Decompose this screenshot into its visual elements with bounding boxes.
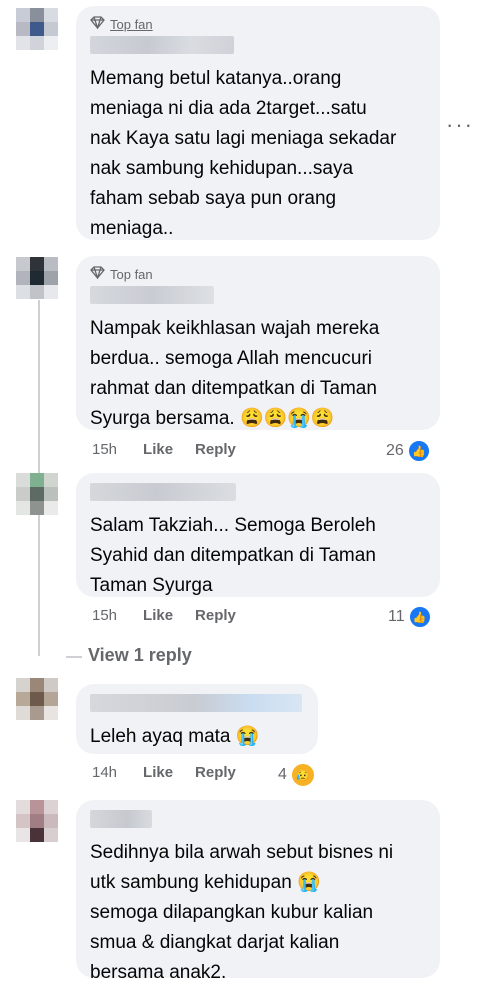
like-icon: 👍 [407,605,432,629]
reaction-count: 11 [388,608,405,625]
top-fan-badge[interactable]: Top fan [90,266,426,282]
comment-bubble: Top fan Nampak keikhlasan wajah mereka b… [76,256,440,430]
comment-actions: 14h Like Reply [92,764,236,781]
avatar[interactable] [16,8,58,50]
comment-bubble: Leleh ayaq mata 😭 [76,684,318,754]
diamond-icon [90,16,105,32]
reaction-summary[interactable]: 11 👍 [388,605,432,629]
sad-icon: 😥 [289,762,316,788]
comment-bubble: Salam Takziah... Semoga Beroleh Syahid d… [76,473,440,597]
commenter-name-blurred[interactable] [90,36,234,54]
comment-bubble: Top fan Memang betul katanya..orang meni… [76,6,440,240]
comment-actions: 15h Like Reply [92,441,236,458]
comment-actions: 15h Like Reply [92,607,236,624]
avatar[interactable] [16,800,58,842]
reaction-count: 4 [278,766,287,783]
reply-button[interactable]: Reply [195,441,236,458]
reaction-count: 26 [386,442,404,459]
like-button[interactable]: Like [143,441,173,458]
comment-time[interactable]: 15h [92,441,117,458]
comment-text: Salam Takziah... Semoga Beroleh Syahid d… [90,515,376,596]
view-replies-link[interactable]: View 1 reply [88,645,192,666]
badge-label: Top fan [110,266,153,282]
like-icon: 👍 [406,439,431,463]
comment-time[interactable]: 15h [92,607,117,624]
comment-bubble: Sedihnya bila arwah sebut bisnes ni utk … [76,800,440,983]
top-fan-badge[interactable]: Top fan [90,16,426,32]
avatar[interactable] [16,257,58,299]
comment-text: Nampak keikhlasan wajah mereka berdua.. … [90,318,380,429]
reply-button[interactable]: Reply [195,607,236,624]
comment-text: Memang betul katanya..orang meniaga ni d… [90,68,397,239]
badge-label: Top fan [110,16,153,32]
comment-text: Sedihnya bila arwah sebut bisnes ni utk … [90,842,394,983]
reply-button[interactable]: Reply [195,764,236,781]
diamond-icon [90,266,105,282]
commenter-name-blurred[interactable] [90,810,152,828]
like-button[interactable]: Like [143,764,173,781]
thread-connector [66,656,82,658]
avatar[interactable] [16,678,58,720]
avatar[interactable] [16,473,58,515]
like-button[interactable]: Like [143,607,173,624]
comment-time[interactable]: 14h [92,764,117,781]
commenter-name-blurred[interactable] [90,483,236,501]
ellipsis-icon[interactable]: ··· [446,112,474,138]
commenter-name-blurred[interactable] [90,694,302,712]
reaction-summary[interactable]: 26 👍 [386,439,431,463]
reaction-summary[interactable]: 4 😥 [278,762,316,788]
comment-text: Leleh ayaq mata 😭 [90,726,260,747]
commenter-name-blurred[interactable] [90,286,214,304]
